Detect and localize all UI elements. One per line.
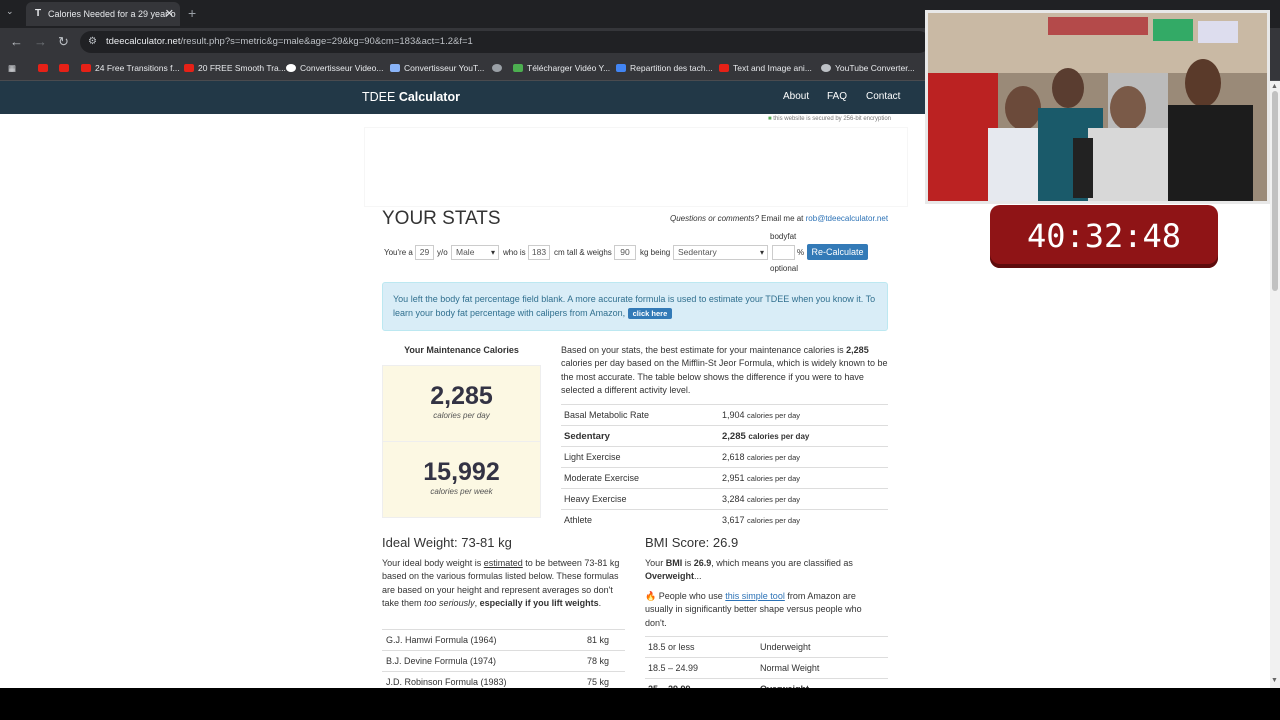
weekly-calories-box: 15,992 calories per week [382,441,541,518]
bookmark-item[interactable]: Text and Image ani... [719,61,812,75]
secure-note: ■ this website is secured by 256-bit enc… [768,116,892,122]
bodyfat-alert: You left the body fat percentage field b… [382,282,888,331]
nav-about[interactable]: About [783,91,809,102]
bookmark-item[interactable]: YouTube Converter... [821,61,915,75]
bookmark-item[interactable]: Convertisseur YouT... [390,61,484,75]
page-scrollbar[interactable]: ▲ ▼ [1270,81,1280,688]
bookmark-item[interactable]: Télécharger Vidéo Y... [513,61,610,75]
table-row: Athlete 3,617 calories per day [561,509,888,531]
contact-email-link[interactable]: rob@tdeecalculator.net [806,214,888,223]
bmi-heading: BMI Score: 26.9 [645,535,739,550]
calories-description: Based on your stats, the best estimate f… [561,345,888,396]
click-here-button[interactable]: click here [627,307,673,319]
globe-icon [821,64,831,72]
tab-title: Calories Needed for a 29 year o [48,9,176,19]
tab-favicon-icon: T [34,8,42,19]
fire-icon: 🔥 [645,591,657,601]
weight-input[interactable]: 90 [614,245,636,260]
url-host: tdeecalculator.net [106,36,181,47]
yo-label: y/o [437,248,448,257]
table-row: Light Exercise 2,618 calories per day [561,446,888,468]
bookmark-item[interactable]: Repartition des tach... [616,61,713,75]
percent-label: % [797,248,805,257]
bookmark-globe-icon[interactable] [492,61,506,75]
back-icon[interactable]: ← [10,34,23,50]
ideal-weight-text: Your ideal body weight is estimated to b… [382,558,620,609]
site-info-icon[interactable]: ⚙ [88,31,97,53]
bmi-text: Your BMI is 26.9, which means you are cl… [645,558,853,582]
youtube-icon [81,64,91,72]
optional-label: optional [770,264,799,273]
docs-icon [616,64,626,72]
recalculate-button[interactable]: Re-Calculate [807,244,868,260]
tab-search-icon[interactable]: ⌄ [6,6,14,17]
bodyfat-label: bodyfat [770,232,797,241]
lock-icon: ■ [768,116,772,122]
webcam-overlay [925,10,1270,204]
new-tab-icon[interactable]: + [188,5,196,21]
activity-select[interactable]: Sedentary [673,245,768,260]
maintenance-title: Your Maintenance Calories [404,345,519,355]
simple-tool-link[interactable]: this simple tool [725,591,785,601]
weight-unit-label: kg being [640,248,671,257]
table-row: 18.5 – 24.99 Normal Weight [645,657,888,679]
table-row: B.J. Devine Formula (1974) 78 kg [382,650,625,672]
ideal-weight-heading: Ideal Weight: 73-81 kg [382,535,512,550]
nav-faq[interactable]: FAQ [827,91,847,102]
table-row: 18.5 or less Underweight [645,636,888,658]
scrollbar-thumb[interactable] [1272,91,1278,291]
height-input[interactable]: 183 [528,245,550,260]
bodyfat-input[interactable] [772,245,795,260]
taskbar-area [0,688,1280,720]
table-row: Basal Metabolic Rate 1,904 calories per d… [561,404,888,426]
bookmark-youtube-icon[interactable] [38,61,52,75]
google-icon [286,64,296,72]
table-row: G.J. Hamwi Formula (1964) 81 kg [382,629,625,651]
weekly-calories-unit: calories per week [430,487,493,496]
age-input[interactable]: 29 [415,245,434,260]
reload-icon[interactable]: ↻ [58,34,69,50]
browser-tab[interactable]: T Calories Needed for a 29 year o ✕ [26,2,180,26]
url-path: /result.php?s=metric&g=male&age=29&kg=90… [180,36,473,47]
ideal-weight-table: G.J. Hamwi Formula (1964) 81 kg B.J. Devi… [382,629,625,688]
scroll-up-icon[interactable]: ▲ [1271,83,1278,90]
table-row-selected: 25 – 29.99Overweight [645,678,888,688]
site-logo[interactable]: TDEE Calculator [362,90,460,104]
activity-table: Basal Metabolic Rate 1,904 calories per d… [561,404,888,531]
close-tab-icon[interactable]: ✕ [165,2,174,26]
table-row-selected: Sedentary 2,285 calories per day [561,425,888,447]
forward-icon[interactable]: → [34,34,47,50]
apps-icon[interactable]: ▦ [8,61,16,75]
bookmark-youtube-icon[interactable] [59,61,73,75]
page-title: YOUR STATS [382,208,501,229]
bookmark-item[interactable]: 24 Free Transitions f... [81,61,180,75]
bmi-table: 18.5 or less Underweight 18.5 – 24.99 Norm… [645,636,888,688]
height-unit-label: cm tall & weighs [554,248,612,257]
bookmark-item[interactable]: 20 FREE Smooth Tra... [184,61,286,75]
daily-calories-box: 2,285 calories per day [382,365,541,442]
estimated-link[interactable]: estimated [484,558,523,568]
contact-line: Questions or comments? Email me at rob@t… [670,214,889,223]
bookmark-item[interactable]: Convertisseur Video... [286,61,383,75]
webcam-scene [928,13,1267,201]
who-is-label: who is [503,248,526,257]
youtube-icon [184,64,194,72]
stream-timer: 40:32:48 [990,205,1218,268]
download-icon [513,64,523,72]
table-row: Heavy Exercise 3,284 calories per day [561,488,888,510]
table-row: J.D. Robinson Formula (1983) 75 kg [382,671,625,688]
weekly-calories-value: 15,992 [423,458,500,486]
daily-calories-value: 2,285 [430,382,493,410]
nav-contact[interactable]: Contact [866,91,900,102]
scroll-down-icon[interactable]: ▼ [1271,677,1278,684]
youtube-icon [719,64,729,72]
converter-icon [390,64,400,72]
gender-select[interactable]: Male [451,245,499,260]
youre-a-label: You're a [384,248,413,257]
ad-space [364,127,908,207]
address-bar[interactable]: ⚙ tdeecalculator.net/result.php?s=metric… [80,31,930,53]
table-row: Moderate Exercise 2,951 calories per day [561,467,888,489]
bmi-tip: 🔥 People who use this simple tool from A… [645,591,862,628]
daily-calories-unit: calories per day [433,411,490,420]
